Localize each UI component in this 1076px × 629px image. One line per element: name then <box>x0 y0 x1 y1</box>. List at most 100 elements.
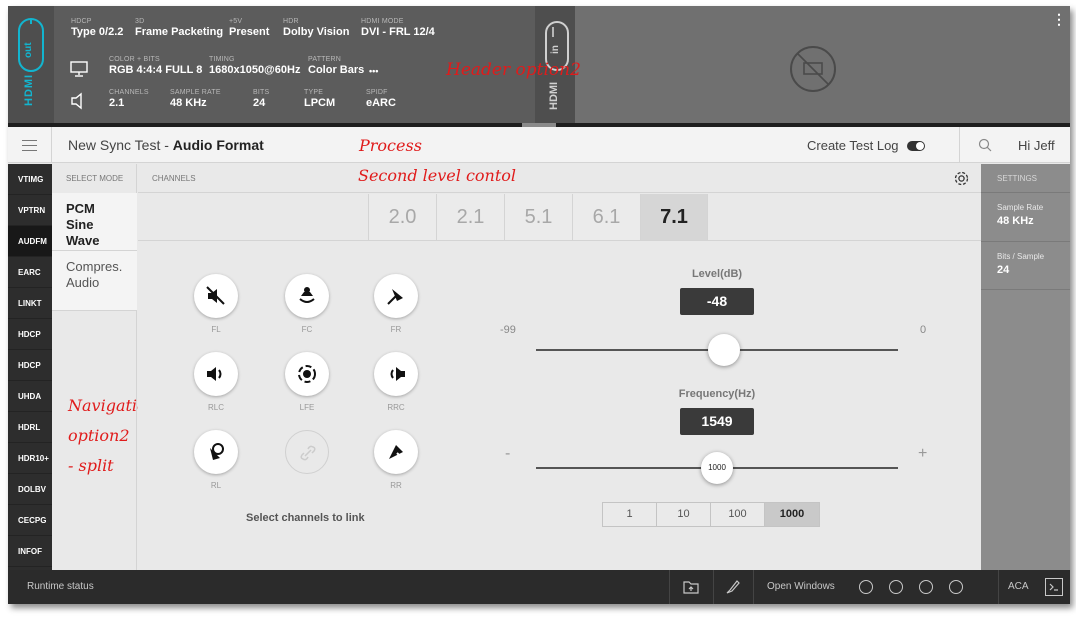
header-field-color: COLOR + BITS RGB 4:4:4 FULL 8 <box>109 56 203 76</box>
channels-header: CHANNELS <box>152 174 196 183</box>
nav-item-dolbv[interactable]: DOLBV <box>8 474 52 505</box>
mode-pcm-sine-wave[interactable]: PCM Sine Wave <box>52 193 137 251</box>
speaker-label: FC <box>301 325 313 334</box>
frequency-step-selector: 1 10 100 1000 <box>602 502 820 527</box>
channels-header-bar: CHANNELS Second level contol <box>138 164 981 193</box>
status-divider <box>753 570 754 604</box>
gear-icon[interactable] <box>953 170 970 187</box>
speaker-label: RRC <box>387 403 405 412</box>
open-window-slot[interactable] <box>919 580 933 594</box>
channels-panel: CHANNELS Second level contol 2.0 2.1 5.1 6.… <box>138 164 981 570</box>
channel-tab-2-0[interactable]: 2.0 <box>368 194 436 240</box>
header-field-hdr: HDR Dolby Vision <box>283 18 350 38</box>
nav-item-vtimg[interactable]: VTIMG <box>8 164 52 195</box>
header-field-3d: 3D Frame Packeting <box>135 18 224 38</box>
speaker-rl-button[interactable] <box>194 430 238 474</box>
level-title: Level(dB) <box>691 268 743 280</box>
frequency-decrease[interactable]: - <box>505 445 510 463</box>
brush-icon[interactable] <box>724 578 742 596</box>
status-bar: Runtime status Open Windows ACA <box>8 570 1070 604</box>
header-field-timing: TIMING 1680x1050@60Hz <box>209 56 301 76</box>
frequency-title: Frequency(Hz) <box>678 388 756 400</box>
level-value[interactable]: -48 <box>680 288 754 315</box>
nav-item-hdcp[interactable]: HDCP <box>8 319 52 350</box>
create-test-log-toggle[interactable] <box>907 141 925 151</box>
aca-button[interactable]: ACA <box>1008 581 1029 592</box>
channel-tab-7-1[interactable]: 7.1 <box>640 194 708 240</box>
nav-item-hdr10[interactable]: HDR10+ <box>8 443 52 474</box>
speaker-rr-button[interactable] <box>374 430 418 474</box>
step-1000-button[interactable]: 1000 <box>765 503 819 526</box>
annotation-navigation-2: option2 <box>68 426 130 445</box>
monitor-icon <box>70 61 88 82</box>
frequency-slider-handle[interactable]: 1000 <box>701 452 733 484</box>
nav-item-linkt[interactable]: LINKT <box>8 288 52 319</box>
speaker-rrc-button[interactable] <box>374 352 418 396</box>
frequency-increase[interactable]: + <box>918 445 927 463</box>
nav-item-infof[interactable]: INFOF <box>8 536 52 567</box>
folder-upload-icon[interactable] <box>682 578 700 596</box>
speaker-fc-button[interactable] <box>285 274 329 318</box>
hdmi-in-label: HDMI <box>548 81 560 110</box>
hdmi-out-label: HDMI <box>23 73 35 106</box>
nav-item-hdcp[interactable]: HDCP <box>8 350 52 381</box>
open-windows-label: Open Windows <box>767 581 835 592</box>
speaker-fl-button[interactable] <box>194 274 238 318</box>
header-field-bits: BITS 24 <box>253 89 270 109</box>
nav-item-cecpg[interactable]: CECPG <box>8 505 52 536</box>
left-navigation: VTIMG VPTRN AUDFM EARC LINKT HDCP HDCP UHDA HDRL… <box>8 164 52 570</box>
header-menu-icon[interactable]: ⋮ <box>1052 12 1066 26</box>
terminal-icon[interactable] <box>1045 578 1063 596</box>
frequency-value[interactable]: 1549 <box>680 408 754 435</box>
nav-item-vptrn[interactable]: VPTRN <box>8 195 52 226</box>
header-field-type: Type LPCM <box>304 89 336 109</box>
speaker-label: LFE <box>299 403 315 412</box>
open-window-slot[interactable] <box>889 580 903 594</box>
status-divider <box>998 570 999 604</box>
speaker-lfe-button[interactable] <box>285 352 329 396</box>
channel-tab-6-1[interactable]: 6.1 <box>572 194 640 240</box>
no-signal-icon <box>790 46 836 92</box>
open-window-slot[interactable] <box>859 580 873 594</box>
nav-item-earc[interactable]: EARC <box>8 257 52 288</box>
input-preview-area <box>575 6 1070 123</box>
runtime-status[interactable]: Runtime status <box>27 581 94 592</box>
user-greeting[interactable]: Hi Jeff <box>1018 138 1055 153</box>
more-options-button[interactable]: ••• <box>369 65 378 76</box>
level-min: -99 <box>500 324 516 336</box>
hdmi-in-badge: in <box>550 45 561 54</box>
annotation-second-level: Second level contol <box>358 166 517 185</box>
title-bar: New Sync Test - Audio Format Process Cre… <box>8 127 1070 163</box>
settings-header: SETTINGS <box>981 164 1070 193</box>
step-10-button[interactable]: 10 <box>657 503 711 526</box>
setting-sample-rate[interactable]: Sample Rate 48 KHz <box>981 193 1070 242</box>
channel-tab-2-1[interactable]: 2.1 <box>436 194 504 240</box>
nav-item-hdrl[interactable]: HDRL <box>8 412 52 443</box>
annotation-navigation-3: - split <box>68 456 114 475</box>
step-1-button[interactable]: 1 <box>603 503 657 526</box>
search-icon[interactable] <box>978 138 992 152</box>
step-100-button[interactable]: 100 <box>711 503 765 526</box>
setting-bits-per-sample[interactable]: Bits / Sample 24 <box>981 242 1070 290</box>
create-test-log-label: Create Test Log <box>807 138 899 153</box>
nav-item-uhda[interactable]: UHDA <box>8 381 52 412</box>
header-field-hdmi-mode: HDMI MODE DVI - FRL 12/4 <box>361 18 435 38</box>
settings-panel: SETTINGS Sample Rate 48 KHz Bits / Sample… <box>981 164 1070 570</box>
mode-compressed-audio[interactable]: Compres. Audio <box>52 251 137 311</box>
channel-tab-5-1[interactable]: 5.1 <box>504 194 572 240</box>
speaker-label: RL <box>210 481 222 490</box>
hamburger-menu-icon[interactable] <box>8 127 52 163</box>
page-title-prefix: New Sync Test - <box>68 137 173 153</box>
header-field-sample-rate: SAMPLE RATE 48 KHz <box>170 89 221 109</box>
title-divider <box>959 127 960 163</box>
hdmi-out-panel[interactable]: out HDMI <box>8 6 54 123</box>
speaker-fr-button[interactable] <box>374 274 418 318</box>
open-window-slot[interactable] <box>949 580 963 594</box>
speaker-rlc-button[interactable] <box>194 352 238 396</box>
header-field-5v: +5V Present <box>229 18 270 38</box>
speaker-icon <box>70 92 86 115</box>
level-slider-handle[interactable] <box>708 334 741 366</box>
select-mode-header: SELECT MODE <box>66 174 124 183</box>
status-header: out HDMI HDCP Type 0/2.2 3D Frame Packetin… <box>8 6 1070 126</box>
nav-item-audfm[interactable]: AUDFM <box>8 226 52 257</box>
